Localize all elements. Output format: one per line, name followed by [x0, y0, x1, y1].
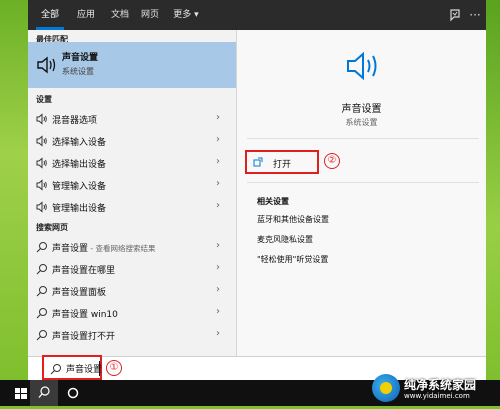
speaker-large-icon [345, 50, 381, 85]
open-icon [253, 157, 263, 167]
speaker-small-icon [36, 135, 47, 147]
best-match-subtitle: 系统设置 [62, 67, 94, 76]
web-result-item[interactable]: 声音设置打不开 › [28, 324, 236, 346]
results-list: 最佳匹配 声音设置 系统设置 设置 混音器选项 › 选择输入设备 › 选择输出设… [28, 30, 236, 356]
watermark: 纯净系统家园 www.yidaimei.com [372, 372, 500, 406]
search-input[interactable]: 声音设置 [66, 362, 102, 375]
watermark-logo [372, 374, 400, 402]
tab-web[interactable]: 网页 [136, 0, 164, 30]
filter-tab-bar: 全部 应用 文档 网页 更多 ▾ ··· [28, 0, 486, 30]
speaker-small-icon [36, 179, 47, 191]
best-match-item[interactable]: 声音设置 系统设置 [28, 42, 236, 88]
list-item[interactable]: 选择输出设备 › [28, 152, 236, 174]
tab-more[interactable]: 更多 ▾ [168, 0, 204, 30]
settings-header: 设置 [36, 95, 52, 104]
web-result-item[interactable]: 声音设置在哪里 › [28, 258, 236, 280]
ellipsis-icon[interactable]: ··· [468, 8, 482, 22]
chevron-right-icon[interactable]: › [216, 240, 220, 251]
list-item-label: 选择输入设备 [52, 138, 107, 148]
chevron-right-icon[interactable]: › [216, 200, 220, 211]
speaker-small-icon [36, 113, 47, 125]
text-caret [99, 361, 100, 376]
desktop-background-right [486, 0, 500, 380]
speaker-small-icon [36, 157, 47, 169]
web-result-item[interactable]: 声音设置 win10 › [28, 302, 236, 324]
web-result-label: 声音设置在哪里 [52, 266, 116, 276]
web-result-label: 声音设置打不开 [52, 332, 116, 342]
list-item[interactable]: 管理输入设备 › [28, 174, 236, 196]
open-button[interactable]: 打开 [245, 150, 319, 174]
taskbar-search-icon[interactable] [30, 380, 58, 406]
preview-title: 声音设置 [341, 104, 382, 115]
start-search-panel: 全部 应用 文档 网页 更多 ▾ ··· 最佳匹配 声音设置 系统设置 设置 混… [28, 0, 486, 356]
speaker-icon [36, 56, 58, 77]
best-match-title: 声音设置 [62, 53, 99, 63]
list-item[interactable]: 混音器选项 › [28, 108, 236, 130]
desktop-background-left [0, 0, 28, 380]
cortana-icon[interactable] [60, 380, 86, 406]
web-result-item[interactable]: 声音设置面板 › [28, 280, 236, 302]
chevron-right-icon[interactable]: › [216, 178, 220, 189]
chevron-right-icon[interactable]: › [216, 284, 220, 295]
chevron-right-icon[interactable]: › [216, 306, 220, 317]
watermark-title: 纯净系统家园 [404, 378, 477, 392]
web-result-label: 声音设置面板 [52, 288, 107, 298]
divider [247, 138, 479, 139]
speaker-small-icon [36, 201, 47, 213]
chevron-right-icon[interactable]: › [216, 156, 220, 167]
chevron-right-icon[interactable]: › [216, 328, 220, 339]
related-settings-header: 相关设置 [257, 197, 289, 206]
tab-apps[interactable]: 应用 [72, 0, 100, 30]
watermark-url: www.yidaimei.com [404, 392, 470, 400]
search-icon [36, 330, 47, 341]
chevron-right-icon[interactable]: › [216, 134, 220, 145]
search-icon [36, 264, 47, 275]
related-link[interactable]: 蓝牙和其他设备设置 [257, 214, 329, 225]
search-icon [36, 286, 47, 297]
chevron-right-icon[interactable]: › [216, 262, 220, 273]
preview-subtitle: 系统设置 [345, 118, 378, 127]
tab-all[interactable]: 全部 [36, 0, 64, 30]
web-result-item[interactable]: 声音设置 - 查看网络搜索结果 › [28, 236, 236, 258]
annotation-marker-2: ② [324, 153, 340, 169]
feedback-icon[interactable] [448, 8, 462, 22]
search-icon [36, 242, 47, 253]
list-item-label: 选择输出设备 [52, 160, 107, 170]
annotation-marker-1: ① [106, 360, 122, 376]
list-item[interactable]: 管理输出设备 › [28, 196, 236, 218]
related-link[interactable]: 麦克风隐私设置 [257, 234, 313, 245]
web-search-header: 搜索网页 [36, 223, 68, 232]
chevron-right-icon[interactable]: › [216, 112, 220, 123]
list-item-label: 混音器选项 [52, 116, 98, 126]
list-item[interactable]: 选择输入设备 › [28, 130, 236, 152]
list-item-label: 管理输入设备 [52, 182, 107, 192]
web-result-label: 声音设置 - 查看网络搜索结果 [52, 244, 156, 254]
preview-pane: 声音设置 系统设置 打开 ② 相关设置 蓝牙和其他设备设置 麦克风隐私设置 "轻… [237, 30, 486, 356]
list-item-label: 管理输出设备 [52, 204, 107, 214]
open-button-label: 打开 [273, 160, 292, 170]
related-link[interactable]: "轻松使用"听觉设置 [257, 254, 328, 265]
search-icon [50, 364, 61, 375]
web-result-label: 声音设置 win10 [52, 310, 118, 320]
tab-documents[interactable]: 文档 [106, 0, 134, 30]
search-icon [36, 308, 47, 319]
divider [247, 182, 479, 183]
